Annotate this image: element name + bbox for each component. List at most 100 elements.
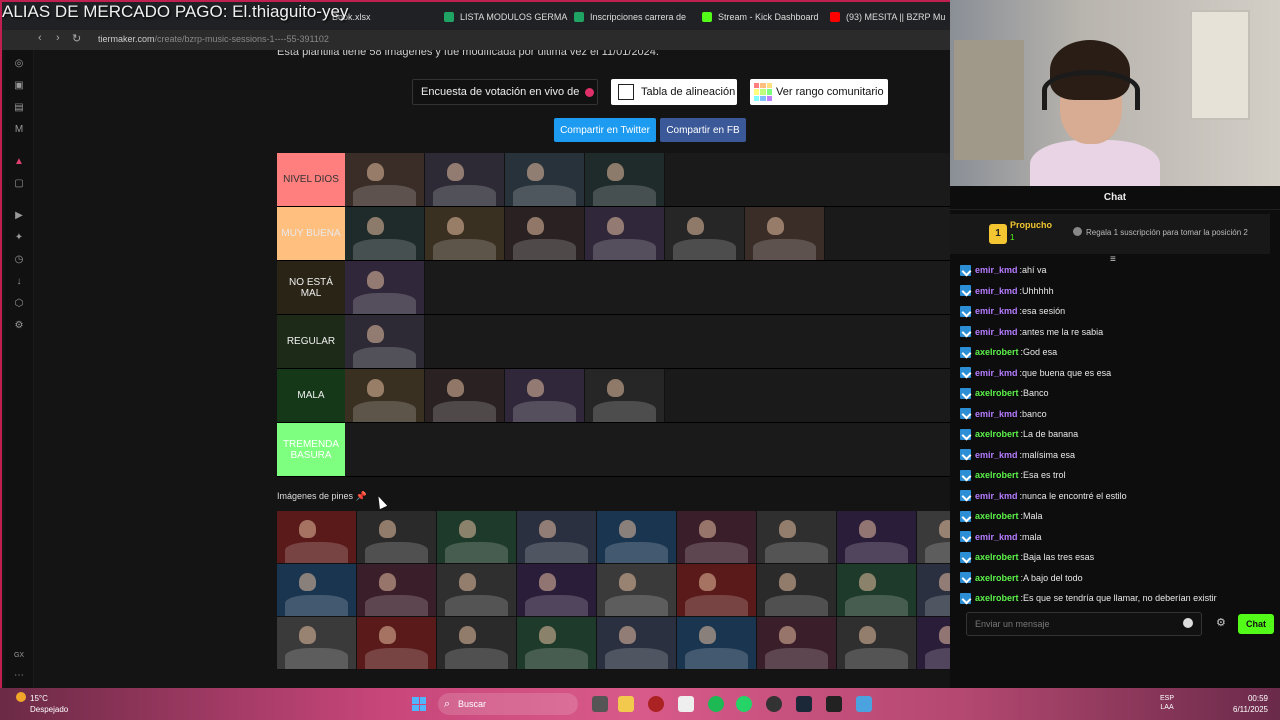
file-explorer-icon[interactable] bbox=[618, 696, 634, 712]
tier-image[interactable] bbox=[585, 153, 665, 206]
unranked-image[interactable] bbox=[757, 511, 837, 564]
sidebar-icon[interactable]: M bbox=[13, 124, 25, 136]
tier-image[interactable] bbox=[665, 207, 745, 260]
sidebar-icon[interactable]: ▲ bbox=[13, 156, 25, 168]
obs-icon[interactable] bbox=[766, 696, 782, 712]
chat-username[interactable]: axelrobert bbox=[975, 573, 1019, 583]
unranked-image[interactable] bbox=[597, 617, 677, 670]
sidebar-icon[interactable]: ▣ bbox=[13, 80, 25, 92]
unranked-image[interactable] bbox=[517, 511, 597, 564]
download-icon[interactable]: ↓ bbox=[13, 276, 25, 288]
tier-label[interactable]: NO ESTÁ MAL bbox=[277, 261, 345, 314]
emoji-icon[interactable] bbox=[1183, 618, 1193, 628]
unranked-image[interactable] bbox=[357, 617, 437, 670]
clock-icon[interactable]: ◷ bbox=[13, 254, 25, 266]
spotify-icon[interactable] bbox=[708, 696, 724, 712]
share-facebook-button[interactable]: Compartir en FB bbox=[660, 118, 746, 142]
unranked-image[interactable] bbox=[357, 564, 437, 617]
reload-icon[interactable]: ↻ bbox=[72, 32, 81, 45]
chat-username[interactable]: emir_kmd bbox=[975, 327, 1018, 337]
tier-image[interactable] bbox=[345, 153, 425, 206]
sidebar-icon[interactable]: ⬡ bbox=[13, 298, 25, 310]
url-field[interactable]: tiermaker.com/create/bzrp-music-sessions… bbox=[98, 34, 329, 44]
send-chat-button[interactable]: Chat bbox=[1238, 614, 1274, 634]
tier-image[interactable] bbox=[425, 153, 505, 206]
sidebar-icon[interactable]: ✦ bbox=[13, 232, 25, 244]
chat-username[interactable]: axelrobert bbox=[975, 511, 1019, 521]
unranked-image[interactable] bbox=[757, 564, 837, 617]
tier-image[interactable] bbox=[345, 369, 425, 422]
opera-icon[interactable] bbox=[648, 696, 664, 712]
chat-username[interactable]: emir_kmd bbox=[975, 409, 1018, 419]
chat-username[interactable]: emir_kmd bbox=[975, 450, 1018, 460]
unranked-image[interactable] bbox=[837, 617, 917, 670]
unranked-image[interactable] bbox=[277, 564, 357, 617]
chat-username[interactable]: emir_kmd bbox=[975, 491, 1018, 501]
forward-icon[interactable]: › bbox=[56, 32, 60, 44]
chat-username[interactable]: emir_kmd bbox=[975, 306, 1018, 316]
taskbar-search[interactable]: Buscar bbox=[438, 693, 578, 715]
unranked-image[interactable] bbox=[677, 511, 757, 564]
unranked-image[interactable] bbox=[677, 564, 757, 617]
chat-settings-icon[interactable]: ⚙ bbox=[1216, 616, 1226, 629]
tier-image[interactable] bbox=[505, 153, 585, 206]
chat-username[interactable]: axelrobert bbox=[975, 429, 1019, 439]
tier-image[interactable] bbox=[345, 315, 425, 368]
alignment-chart-button[interactable]: Tabla de alineación bbox=[611, 79, 737, 105]
more-icon[interactable]: ⋯ bbox=[13, 670, 25, 682]
sidebar-icon[interactable]: ▤ bbox=[13, 102, 25, 114]
chat-username[interactable]: axelrobert bbox=[975, 347, 1019, 357]
unranked-image[interactable] bbox=[437, 617, 517, 670]
twitch-icon[interactable]: ▢ bbox=[13, 178, 25, 190]
tier-image[interactable] bbox=[585, 207, 665, 260]
unranked-image[interactable] bbox=[437, 511, 517, 564]
community-rank-button[interactable]: Ver rango comunitario bbox=[750, 79, 888, 105]
chat-username[interactable]: emir_kmd bbox=[975, 286, 1018, 296]
unranked-image[interactable] bbox=[917, 617, 950, 670]
task-view-icon[interactable] bbox=[592, 696, 608, 712]
settings-icon[interactable]: ⚙ bbox=[13, 320, 25, 332]
gift-sub-prompt[interactable]: Regala 1 suscripción para tomar la posic… bbox=[1073, 227, 1248, 237]
start-icon[interactable] bbox=[412, 697, 426, 711]
chat-username[interactable]: emir_kmd bbox=[975, 532, 1018, 542]
chat-username[interactable]: axelrobert bbox=[975, 470, 1019, 480]
live-poll-button[interactable]: Encuesta de votación en vivo de bbox=[412, 79, 598, 105]
app-icon[interactable] bbox=[678, 696, 694, 712]
unranked-image[interactable] bbox=[517, 564, 597, 617]
epic-games-icon[interactable] bbox=[826, 696, 842, 712]
tier-image[interactable] bbox=[425, 207, 505, 260]
tier-label[interactable]: REGULAR bbox=[277, 315, 345, 368]
tier-image[interactable] bbox=[345, 261, 425, 314]
unranked-image[interactable] bbox=[277, 617, 357, 670]
unranked-image[interactable] bbox=[917, 511, 950, 564]
tier-label[interactable]: TREMENDA BASURA bbox=[277, 423, 345, 476]
chat-username[interactable]: axelrobert bbox=[975, 593, 1019, 603]
tier-image[interactable] bbox=[345, 207, 425, 260]
tier-image[interactable] bbox=[505, 369, 585, 422]
tier-image[interactable] bbox=[745, 207, 825, 260]
unranked-image[interactable] bbox=[917, 564, 950, 617]
tier-image[interactable] bbox=[585, 369, 665, 422]
unranked-image[interactable] bbox=[837, 564, 917, 617]
unranked-image[interactable] bbox=[837, 511, 917, 564]
unranked-image[interactable] bbox=[357, 511, 437, 564]
chat-input[interactable]: Enviar un mensaje bbox=[966, 612, 1202, 636]
chat-username[interactable]: axelrobert bbox=[975, 552, 1019, 562]
tier-label[interactable]: MUY BUENA bbox=[277, 207, 345, 260]
tab-lista-modulos[interactable]: LISTA MODULOS GERMA bbox=[444, 7, 567, 27]
tier-image[interactable] bbox=[505, 207, 585, 260]
unranked-image[interactable] bbox=[277, 511, 357, 564]
unranked-image[interactable] bbox=[597, 511, 677, 564]
tier-label[interactable]: MALA bbox=[277, 369, 345, 422]
system-clock[interactable]: 00:59 6/11/2025 bbox=[1228, 693, 1268, 715]
unranked-image[interactable] bbox=[437, 564, 517, 617]
unranked-image[interactable] bbox=[517, 617, 597, 670]
chat-username[interactable]: emir_kmd bbox=[975, 265, 1018, 275]
chat-username[interactable]: axelrobert bbox=[975, 388, 1019, 398]
language-indicator[interactable]: ESP LAA bbox=[1160, 694, 1174, 712]
tab-youtube[interactable]: (93) MESITA || BZRP Mu bbox=[830, 7, 945, 27]
gx-icon[interactable]: GX bbox=[13, 650, 25, 662]
share-twitter-button[interactable]: Compartir en Twitter bbox=[554, 118, 656, 142]
chat-username[interactable]: emir_kmd bbox=[975, 368, 1018, 378]
sidebar-icon[interactable]: ▶ bbox=[13, 210, 25, 222]
